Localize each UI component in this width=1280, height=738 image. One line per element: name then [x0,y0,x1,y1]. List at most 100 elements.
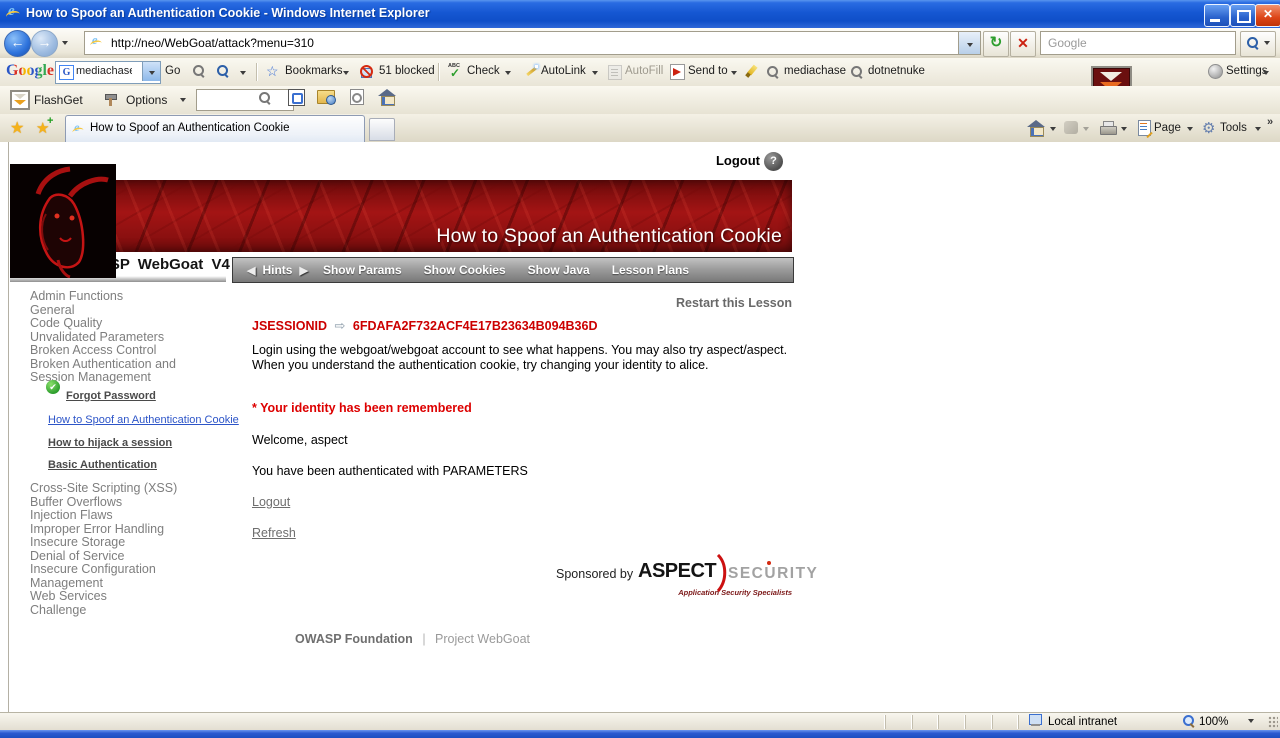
popup-blocker-icon[interactable] [359,65,373,78]
help-icon[interactable]: ? [764,152,783,171]
sidebar-category[interactable]: Unvalidated Parameters [30,330,222,345]
flashget-icon[interactable] [10,90,30,110]
refresh-link[interactable]: Refresh [252,526,296,540]
custom-search-icon[interactable] [850,65,863,78]
address-dropdown-button[interactable] [958,31,981,55]
toolbar-overflow-icon[interactable]: » [1267,116,1273,128]
search-input[interactable] [1046,35,1232,51]
stop-button[interactable]: ✕ [1010,31,1036,57]
address-bar[interactable] [84,31,960,55]
print-dropdown-icon[interactable] [1121,127,1127,131]
flashget-menu-button[interactable]: FlashGet [34,93,83,107]
active-tab[interactable]: How to Spoof an Authentication Cookie [65,115,365,144]
sidebar-category[interactable]: Challenge [30,603,222,618]
popup-blocked-count[interactable]: 51 blocked [379,65,435,77]
options-button[interactable]: Options [126,93,167,107]
custom-button-mediachase[interactable]: mediachase [784,65,846,77]
owasp-foundation-link[interactable]: OWASP Foundation [295,632,413,646]
logout-button[interactable]: Logout [700,153,760,168]
feeds-button[interactable] [1064,121,1078,134]
nav-show-params-button[interactable]: Show Params [323,263,402,277]
sendto-button[interactable]: Send to [688,65,728,77]
sidebar-category[interactable]: Improper Error Handling [30,522,222,537]
minimize-button[interactable] [1204,4,1230,27]
lesson-hijack-session-link[interactable]: How to hijack a session [48,437,248,450]
sidebar-category[interactable]: Buffer Overflows [30,495,222,510]
autolink-dropdown-icon[interactable] [592,71,598,75]
sidebar-category[interactable]: Broken Authentication and Session Manage… [30,357,222,385]
custom-button-dotnetnuke[interactable]: dotnetnuke [868,65,925,77]
sendto-dropdown-icon[interactable] [731,71,737,75]
home-button[interactable] [1027,120,1045,137]
spellcheck-button[interactable]: Check [467,65,500,77]
options-hammer-icon[interactable] [104,92,119,106]
autolink-wand-icon[interactable] [524,65,538,78]
sidebar-category[interactable]: Admin Functions [30,289,222,304]
zoom-dropdown-icon[interactable] [1247,719,1254,723]
combo-dropdown-button[interactable] [142,62,160,81]
hints-prev-icon[interactable]: ◀ [247,264,255,277]
flashget-links-button[interactable] [345,89,369,111]
tools-menu-button[interactable]: Tools [1220,122,1247,134]
home-dropdown-icon[interactable] [1050,127,1056,131]
hints-next-icon[interactable]: ▶ [299,264,307,277]
search-site-button[interactable] [192,64,205,80]
spellcheck-icon[interactable] [448,63,463,80]
bookmarks-dropdown-icon[interactable] [343,71,349,75]
logout-link[interactable]: Logout [252,495,290,509]
page-menu-icon[interactable] [1138,120,1151,136]
autolink-button[interactable]: AutoLink [541,65,586,77]
lesson-basic-auth-link[interactable]: Basic Authentication [48,459,248,472]
flashget-capture-button[interactable] [284,89,308,111]
nav-hints-button[interactable]: Hints [262,263,292,277]
url-input[interactable] [109,35,813,51]
close-button[interactable]: ✕ [1255,4,1280,27]
back-button[interactable]: ← [4,30,31,57]
nav-show-java-button[interactable]: Show Java [528,263,590,277]
search-button[interactable] [1240,31,1276,57]
tools-gear-icon[interactable]: ⚙ [1202,119,1215,137]
sidebar-category[interactable]: Insecure Configuration Management [30,562,222,590]
lesson-forgot-password[interactable]: ✔ Forgot Password [46,380,248,404]
forward-button[interactable]: → [31,30,58,57]
sidebar-category[interactable]: Web Services [30,589,222,604]
project-webgoat-link[interactable]: Project WebGoat [435,632,530,646]
zoom-control[interactable]: 100% [1182,714,1254,728]
go-dropdown-icon[interactable] [240,71,246,75]
page-menu-button[interactable]: Page [1154,122,1181,134]
spellcheck-dropdown-icon[interactable] [505,71,511,75]
options-dropdown-icon[interactable] [180,98,186,102]
add-favorite-button[interactable]: ★ [36,115,54,137]
sidebar-category[interactable]: Insecure Storage [30,535,222,550]
flashget-search-button[interactable] [252,89,276,111]
lesson-spoof-cookie-link[interactable]: How to Spoof an Authentication Cookie [48,414,248,427]
google-search-combo[interactable]: G mediachase [55,61,161,84]
sidebar-category[interactable]: Cross-Site Scripting (XSS) [30,481,222,496]
settings-button[interactable]: Settings [1226,65,1268,77]
flashget-folder-button[interactable] [314,89,338,111]
bookmarks-button[interactable]: Bookmarks [285,65,343,77]
sendto-icon[interactable] [670,64,685,80]
nav-lesson-plans-button[interactable]: Lesson Plans [612,263,689,277]
print-button[interactable] [1100,121,1117,135]
flashget-search-input[interactable] [200,92,292,106]
sidebar-category[interactable]: Broken Access Control [30,343,222,358]
page-dropdown-icon[interactable] [1187,127,1193,131]
refresh-button[interactable]: ↻ [983,31,1009,57]
settings-dropdown-icon[interactable] [1263,71,1269,75]
settings-sphere-icon[interactable] [1208,64,1223,79]
bookmarks-star-icon[interactable]: ☆ [266,63,279,80]
go-button[interactable]: Go [165,65,180,77]
tools-dropdown-icon[interactable] [1255,127,1261,131]
restart-lesson-link[interactable]: Restart this Lesson [550,296,792,310]
sidebar-category[interactable]: Injection Flaws [30,508,222,523]
restore-button[interactable] [1230,4,1256,27]
sidebar-category[interactable]: Code Quality [30,316,222,331]
custom-search-icon[interactable] [766,65,779,78]
flashget-home-button[interactable] [375,89,399,111]
new-tab-button[interactable] [369,118,395,141]
search-web-button[interactable] [216,64,229,80]
favorites-button[interactable]: ★ [10,118,24,138]
highlighter-icon[interactable] [746,64,760,78]
history-dropdown-icon[interactable] [62,41,68,45]
